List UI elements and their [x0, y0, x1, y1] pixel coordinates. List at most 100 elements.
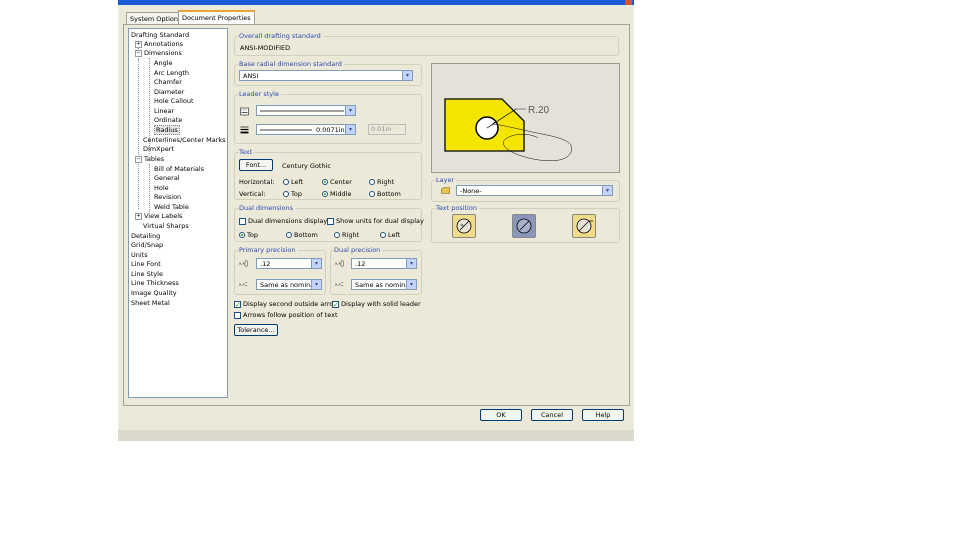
tree-item-label: Line Font — [131, 260, 161, 268]
dual-display-checkbox[interactable]: Dual dimensions display — [239, 217, 327, 225]
text-position-aligned-button[interactable]: R — [452, 214, 476, 238]
tree-item-hole[interactable]: Hole — [154, 184, 169, 192]
tolerance-button[interactable]: Tolerance... — [234, 324, 278, 336]
arrows-follow-checkbox[interactable]: Arrows follow position of text — [234, 311, 338, 319]
tree-item-label: General — [154, 174, 180, 182]
primary-tolerance-select[interactable]: Same as nominal ▾ — [256, 279, 322, 290]
dual-left-radio[interactable]: Left — [380, 231, 400, 239]
tree-item-label: Angle — [154, 59, 173, 67]
document-properties-dialog: System Options Document Properties Draft… — [118, 0, 634, 441]
horizontal-left-radio[interactable]: Left — [283, 178, 303, 186]
leader-thickness-select[interactable]: 0.0071in ▾ — [256, 124, 356, 135]
dual-precision-value: .12 — [355, 260, 366, 268]
tree-item-drafting-standard[interactable]: Drafting Standard — [131, 31, 189, 39]
layer-title: Layer — [436, 176, 457, 184]
tree-item-hole-callout[interactable]: Hole Callout — [154, 97, 194, 105]
text-position-horizontal-button[interactable] — [572, 214, 596, 238]
chevron-down-icon: ▾ — [402, 71, 412, 80]
expand-icon[interactable]: + — [135, 40, 142, 48]
ok-button[interactable]: OK — [480, 409, 522, 421]
radio-selected-icon — [239, 232, 245, 238]
tree-item-chamfer[interactable]: Chamfer — [154, 78, 182, 86]
tree-item-image-quality[interactable]: Image Quality — [131, 289, 177, 297]
checkbox-label: Dual dimensions display — [248, 217, 328, 225]
collapse-icon[interactable]: − — [135, 155, 142, 163]
help-button[interactable]: Help — [582, 409, 624, 421]
precision-icon: x.x — [239, 260, 248, 267]
preview-dimension-text: R.20 — [528, 105, 550, 116]
checkbox-label: Arrows follow position of text — [243, 311, 338, 319]
tree-item-sheet-metal[interactable]: Sheet Metal — [131, 299, 170, 307]
leader-thickness-input[interactable]: 0.01in — [368, 124, 406, 135]
checkbox-label: Display second outside arrow — [243, 300, 339, 308]
tree-item-line-font[interactable]: Line Font — [131, 260, 161, 268]
line-style-icon — [240, 107, 249, 116]
solid-leader-checkbox[interactable]: ✓ Display with solid leader — [332, 300, 421, 308]
base-standard-title: Base radial dimension standard — [239, 60, 344, 68]
tree-item-label: Ordinate — [154, 116, 183, 124]
tree-item-angle[interactable]: Angle — [154, 59, 173, 67]
expand-icon[interactable]: + — [135, 212, 142, 220]
vertical-middle-radio[interactable]: Middle — [322, 190, 351, 198]
solid-line-swatch — [260, 110, 344, 112]
tree-item-view-labels[interactable]: + View Labels — [135, 212, 182, 220]
tree-item-arc-length[interactable]: Arc Length — [154, 69, 189, 77]
dual-top-radio[interactable]: Top — [239, 231, 258, 239]
vertical-bottom-radio[interactable]: Bottom — [369, 190, 401, 198]
vertical-top-radio[interactable]: Top — [283, 190, 302, 198]
tree-item-weld-table[interactable]: Weld Table — [154, 203, 189, 211]
tab-document-properties[interactable]: Document Properties — [178, 10, 255, 25]
horizontal-center-radio[interactable]: Center — [322, 178, 352, 186]
base-standard-select[interactable]: ANSI ▾ — [239, 70, 413, 81]
layer-select[interactable]: -None- ▾ — [456, 185, 613, 196]
tree-item-line-thickness[interactable]: Line Thickness — [131, 279, 179, 287]
tree-item-revision[interactable]: Revision — [154, 193, 181, 201]
tree-item-label: Detailing — [131, 232, 161, 240]
leader-line-style-select[interactable]: ▾ — [256, 105, 356, 116]
tree-item-dimensions[interactable]: − Dimensions — [135, 49, 182, 57]
tree-item-centerlines[interactable]: Centerlines/Center Marks — [143, 136, 226, 144]
tree-item-label: Chamfer — [154, 78, 182, 86]
options-tree: Drafting Standard + Annotations − Dimensio… — [128, 28, 228, 398]
thickness-line-swatch — [260, 129, 312, 131]
text-position-broken-leader-button[interactable] — [512, 214, 536, 238]
dual-tolerance-select[interactable]: Same as nominal ▾ — [351, 279, 417, 290]
tree-item-label: Sheet Metal — [131, 299, 170, 307]
tree-item-radius[interactable]: Radius — [154, 125, 180, 135]
thickness-value: 0.0071in — [316, 126, 345, 134]
collapse-icon[interactable]: − — [135, 49, 142, 57]
tree-item-label: DimXpert — [143, 145, 174, 153]
preview-drawing: R.20 — [444, 98, 572, 161]
radius-broken-leader-icon — [516, 218, 532, 234]
chevron-down-icon: ▾ — [406, 259, 416, 268]
tab-system-options[interactable]: System Options — [126, 12, 186, 24]
tree-item-detailing[interactable]: Detailing — [131, 232, 160, 240]
cancel-button[interactable]: Cancel — [531, 409, 573, 421]
dual-bottom-radio[interactable]: Bottom — [286, 231, 318, 239]
horizontal-right-radio[interactable]: Right — [369, 178, 394, 186]
chevron-down-icon: ▾ — [345, 125, 355, 134]
tree-item-bill-of-materials[interactable]: Bill of Materials — [154, 165, 204, 173]
dual-right-radio[interactable]: Right — [334, 231, 359, 239]
tree-item-virtual-sharps[interactable]: Virtual Sharps — [143, 222, 189, 230]
primary-precision-select[interactable]: .12 ▾ — [256, 258, 322, 269]
tree-item-general[interactable]: General — [154, 174, 180, 182]
tree-item-dimxpert[interactable]: DimXpert — [143, 145, 174, 153]
base-standard-value: ANSI — [243, 72, 259, 80]
dual-units-checkbox[interactable]: Show units for dual display — [327, 217, 424, 225]
tree-item-linear[interactable]: Linear — [154, 107, 174, 115]
tree-item-label: Hole Callout — [154, 97, 194, 105]
tree-item-annotations[interactable]: + Annotations — [135, 40, 183, 48]
radio-label: Top — [247, 231, 258, 239]
dual-precision-title: Dual precision — [334, 246, 383, 254]
tree-item-units[interactable]: Units — [131, 251, 148, 259]
tree-item-line-style[interactable]: Line Style — [131, 270, 163, 278]
font-button[interactable]: Font... — [239, 159, 273, 171]
tree-item-grid-snap[interactable]: Grid/Snap — [131, 241, 163, 249]
dual-precision-select[interactable]: .12 ▾ — [351, 258, 417, 269]
tree-item-tables[interactable]: − Tables — [135, 155, 164, 163]
tree-item-diameter[interactable]: Diameter — [154, 88, 184, 96]
second-arrow-checkbox[interactable]: ✓ Display second outside arrow — [234, 300, 339, 308]
tree-item-ordinate[interactable]: Ordinate — [154, 116, 182, 124]
close-icon[interactable] — [625, 0, 632, 5]
